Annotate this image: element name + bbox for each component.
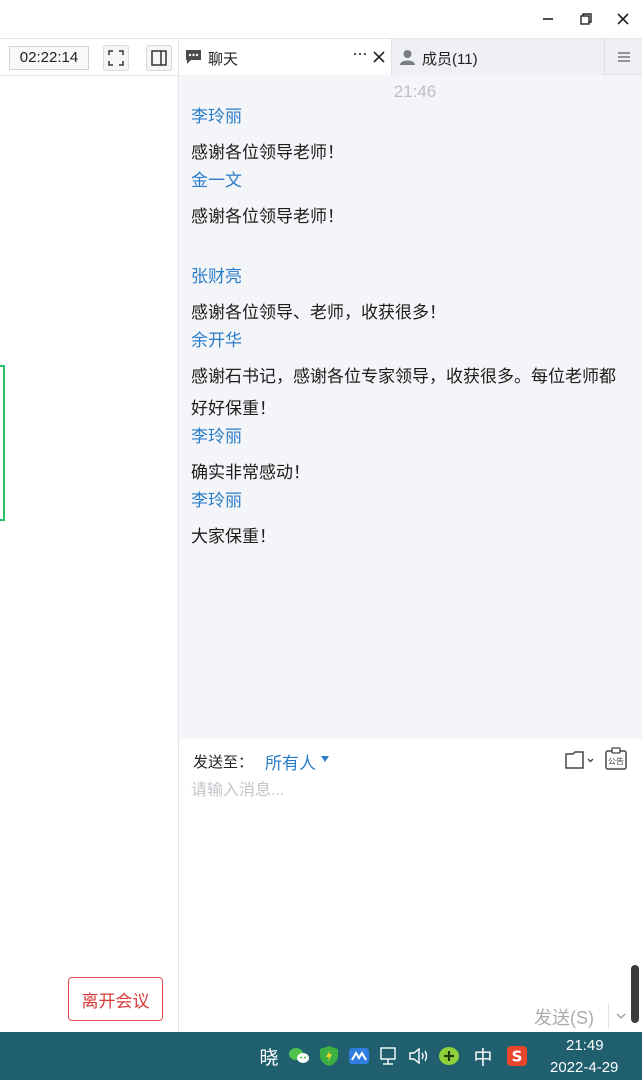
- folder-icon[interactable]: [563, 749, 595, 771]
- chat-message: 李玲丽 感谢各位领导老师！: [191, 105, 642, 169]
- message-text: 确实非常感动！: [191, 463, 310, 482]
- xiao-tray-icon[interactable]: 晓: [257, 1044, 281, 1069]
- sogou-input-icon[interactable]: S: [505, 1044, 529, 1068]
- meeting-panel: 02:22:14 离开会议: [0, 38, 179, 1032]
- more-options-icon[interactable]: ···: [352, 43, 368, 64]
- meeting-timer: 02:22:14: [9, 46, 89, 70]
- message-sender[interactable]: 李玲丽: [191, 425, 642, 457]
- taskbar-clock-time[interactable]: 21:49: [566, 1037, 604, 1054]
- network-icon[interactable]: [377, 1044, 401, 1068]
- chat-message-list: 21:46 李玲丽 感谢各位领导老师！ 金一文 感谢各位领导老师！ 张财亮 感谢…: [179, 75, 642, 739]
- video-frame-edge: [0, 365, 5, 521]
- taskbar: 晓 中 S 21:49 2022-4-29: [0, 1032, 642, 1080]
- restore-icon[interactable]: [575, 8, 597, 30]
- send-button[interactable]: 发送(S): [534, 1004, 594, 1030]
- chat-message: 李玲丽 大家保重！: [191, 489, 642, 553]
- message-sender[interactable]: 余开华: [191, 329, 642, 361]
- title-bar: [0, 0, 642, 38]
- svg-text:S: S: [512, 1048, 523, 1066]
- message-composer: 发送至： 所有人 公告 发送(S): [179, 739, 642, 1032]
- chat-bubble-icon: [186, 50, 201, 64]
- message-text: 感谢各位领导、老师，收获很多！: [191, 303, 446, 322]
- message-text: 感谢各位领导老师！: [191, 143, 344, 162]
- minimize-icon[interactable]: [537, 8, 559, 30]
- chat-timestamp: 21:46: [393, 82, 437, 101]
- close-tab-icon[interactable]: [371, 49, 387, 65]
- message-sender[interactable]: 李玲丽: [191, 105, 642, 137]
- message-sender[interactable]: 张财亮: [191, 265, 642, 297]
- meeting-toolbar: 02:22:14: [0, 38, 179, 76]
- meeting-app: 02:22:14 离开会议 聊天 ··· 成员(11) 21:46 李玲丽 感谢…: [0, 0, 642, 1032]
- tab-chat[interactable]: 聊天 ···: [179, 39, 392, 75]
- message-text: 感谢各位领导老师！: [191, 207, 344, 226]
- chat-message: 余开华 感谢石书记，感谢各位专家领导，收获很多。每位老师都 好好保重！: [191, 329, 642, 425]
- leave-meeting-button[interactable]: 离开会议: [68, 977, 163, 1021]
- side-panel-toggle-icon[interactable]: [146, 45, 172, 71]
- send-to-select[interactable]: 所有人: [265, 749, 316, 774]
- send-options-icon[interactable]: [608, 1004, 632, 1028]
- tab-chat-label: 聊天: [208, 51, 239, 68]
- wechat-icon[interactable]: [287, 1044, 311, 1068]
- security-shield-icon[interactable]: [317, 1044, 341, 1068]
- chat-message: 李玲丽 确实非常感动！: [191, 425, 642, 489]
- taskbar-clock-date[interactable]: 2022-4-29: [550, 1059, 618, 1076]
- send-to-label: 发送至：: [193, 754, 254, 771]
- close-icon[interactable]: [612, 8, 634, 30]
- scrollbar-thumb[interactable]: [631, 965, 639, 1023]
- meeting-tray-icon[interactable]: [347, 1044, 371, 1068]
- message-text: 好好保重！: [191, 399, 276, 418]
- announcement-icon-text: 公告: [608, 756, 624, 766]
- person-icon: [400, 50, 415, 65]
- message-sender[interactable]: 李玲丽: [191, 489, 642, 521]
- announcement-icon[interactable]: 公告: [604, 747, 628, 771]
- message-sender[interactable]: 金一文: [191, 169, 642, 201]
- volume-icon[interactable]: [407, 1044, 431, 1068]
- message-text: 大家保重！: [191, 527, 276, 546]
- tab-members[interactable]: 成员(11): [393, 39, 605, 75]
- tab-bar: 聊天 ··· 成员(11): [179, 38, 642, 75]
- chat-message: 张财亮 感谢各位领导、老师，收获很多！: [191, 265, 642, 329]
- chat-message: 金一文 感谢各位领导老师！: [191, 169, 642, 233]
- fullscreen-icon[interactable]: [103, 45, 129, 71]
- ime-mode-indicator[interactable]: 中: [471, 1044, 495, 1069]
- message-input[interactable]: [191, 779, 631, 803]
- hamburger-menu-icon[interactable]: [606, 39, 642, 75]
- plus-tray-icon[interactable]: [437, 1044, 461, 1068]
- message-text: 感谢石书记，感谢各位专家领导，收获很多。每位老师都: [191, 367, 616, 386]
- tab-members-label: 成员(11): [422, 51, 478, 68]
- dropdown-caret-icon[interactable]: [321, 756, 329, 762]
